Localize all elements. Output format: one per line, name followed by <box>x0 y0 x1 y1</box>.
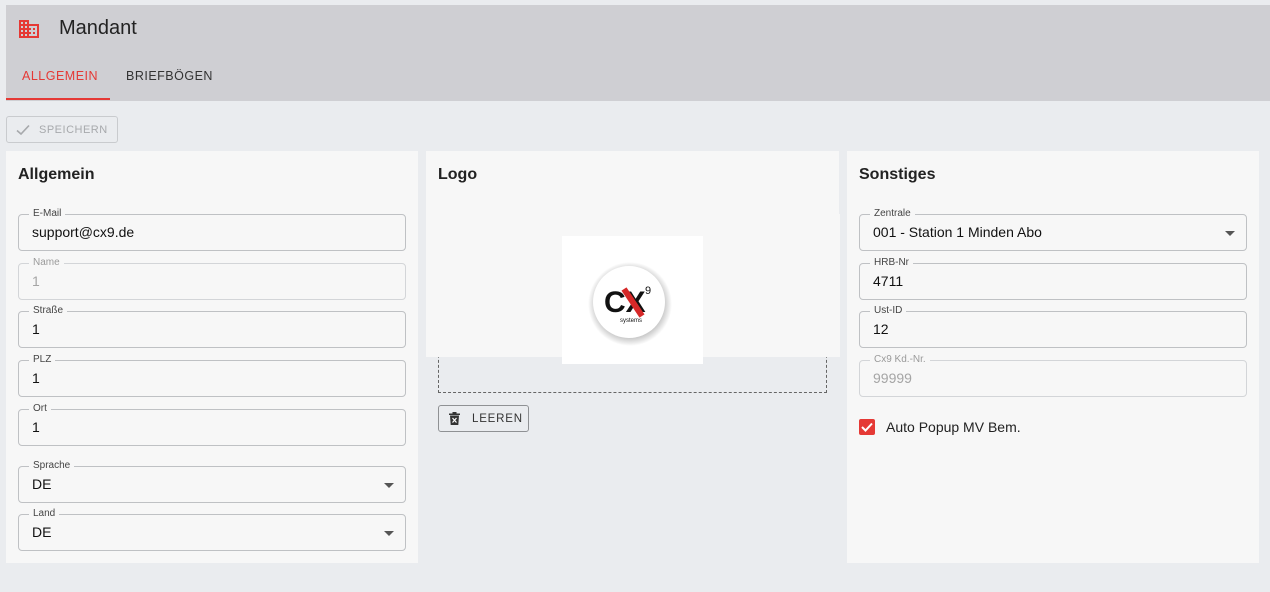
customer-number-field: Cx9 Kd.-Nr. 99999 <box>859 354 1247 397</box>
auto-popup-label: Auto Popup MV Bem. <box>886 419 1021 435</box>
building-icon <box>19 20 39 38</box>
city-value: 1 <box>32 419 40 435</box>
language-label: Sprache <box>29 460 75 472</box>
vat-label: Ust-ID <box>870 305 907 317</box>
zip-label: PLZ <box>29 354 56 366</box>
hrb-field[interactable]: HRB-Nr 4711 <box>859 257 1247 300</box>
active-tab-indicator <box>6 98 110 100</box>
language-select[interactable]: Sprache DE <box>18 460 406 503</box>
city-label: Ort <box>29 403 51 415</box>
auto-popup-checkbox[interactable] <box>859 419 875 435</box>
central-select[interactable]: Zentrale 001 - Station 1 Minden Abo <box>859 208 1247 251</box>
street-field[interactable]: Straße 1 <box>18 305 406 348</box>
name-value: 1 <box>32 273 40 289</box>
logo-card: Logo CX 9 systems LEEREN <box>426 151 840 563</box>
auto-popup-row[interactable]: Auto Popup MV Bem. <box>859 419 1021 435</box>
city-field[interactable]: Ort 1 <box>18 403 406 446</box>
trash-icon <box>449 412 460 425</box>
zip-field[interactable]: PLZ 1 <box>18 354 406 397</box>
logo-card-title: Logo <box>438 166 478 183</box>
svg-text:systems: systems <box>620 318 642 324</box>
email-field[interactable]: E-Mail support@cx9.de <box>18 208 406 251</box>
hrb-label: HRB-Nr <box>870 257 913 269</box>
svg-text:9: 9 <box>645 285 651 297</box>
caret-down-icon <box>384 483 394 488</box>
clear-logo-button-label: LEEREN <box>472 412 523 425</box>
country-value: DE <box>32 524 52 540</box>
caret-down-icon <box>384 531 394 536</box>
other-card: Sonstiges Zentrale 001 - Station 1 Minde… <box>847 151 1259 563</box>
vat-value: 12 <box>873 321 889 337</box>
other-card-title: Sonstiges <box>859 166 936 183</box>
hrb-value: 4711 <box>873 273 904 289</box>
general-card: Allgemein E-Mail support@cx9.de Name 1 S… <box>6 151 418 563</box>
customer-number-value: 99999 <box>873 370 912 386</box>
general-card-title: Allgemein <box>18 166 95 183</box>
save-button[interactable]: SPEICHERN <box>6 116 118 143</box>
app-header: Mandant Allgemein Briefbögen <box>6 5 1270 101</box>
language-value: DE <box>32 476 52 492</box>
email-value: support@cx9.de <box>32 224 135 240</box>
page-title: Mandant <box>59 17 137 39</box>
name-label: Name <box>29 257 64 269</box>
vat-field[interactable]: Ust-ID 12 <box>859 305 1247 348</box>
central-value: 001 - Station 1 Minden Abo <box>873 224 1042 240</box>
save-button-label: SPEICHERN <box>39 123 108 136</box>
country-label: Land <box>29 508 60 520</box>
central-label: Zentrale <box>870 208 915 220</box>
email-label: E-Mail <box>29 208 66 220</box>
zip-value: 1 <box>32 370 40 386</box>
customer-number-label: Cx9 Kd.-Nr. <box>870 354 930 366</box>
cx9-logo: CX 9 systems <box>588 262 672 346</box>
logo-dropzone[interactable]: CX 9 systems <box>426 214 840 393</box>
street-value: 1 <box>32 321 40 337</box>
country-select[interactable]: Land DE <box>18 508 406 551</box>
street-label: Straße <box>29 305 68 317</box>
tab-allgemein[interactable]: Allgemein <box>22 69 98 83</box>
clear-logo-button[interactable]: LEEREN <box>438 405 529 432</box>
checkmark-icon <box>861 422 873 432</box>
caret-down-icon <box>1225 231 1235 236</box>
check-icon <box>16 124 30 135</box>
tab-briefboegen[interactable]: Briefbögen <box>126 69 213 83</box>
logo-image: CX 9 systems <box>562 236 703 364</box>
name-field: Name 1 <box>18 257 406 300</box>
